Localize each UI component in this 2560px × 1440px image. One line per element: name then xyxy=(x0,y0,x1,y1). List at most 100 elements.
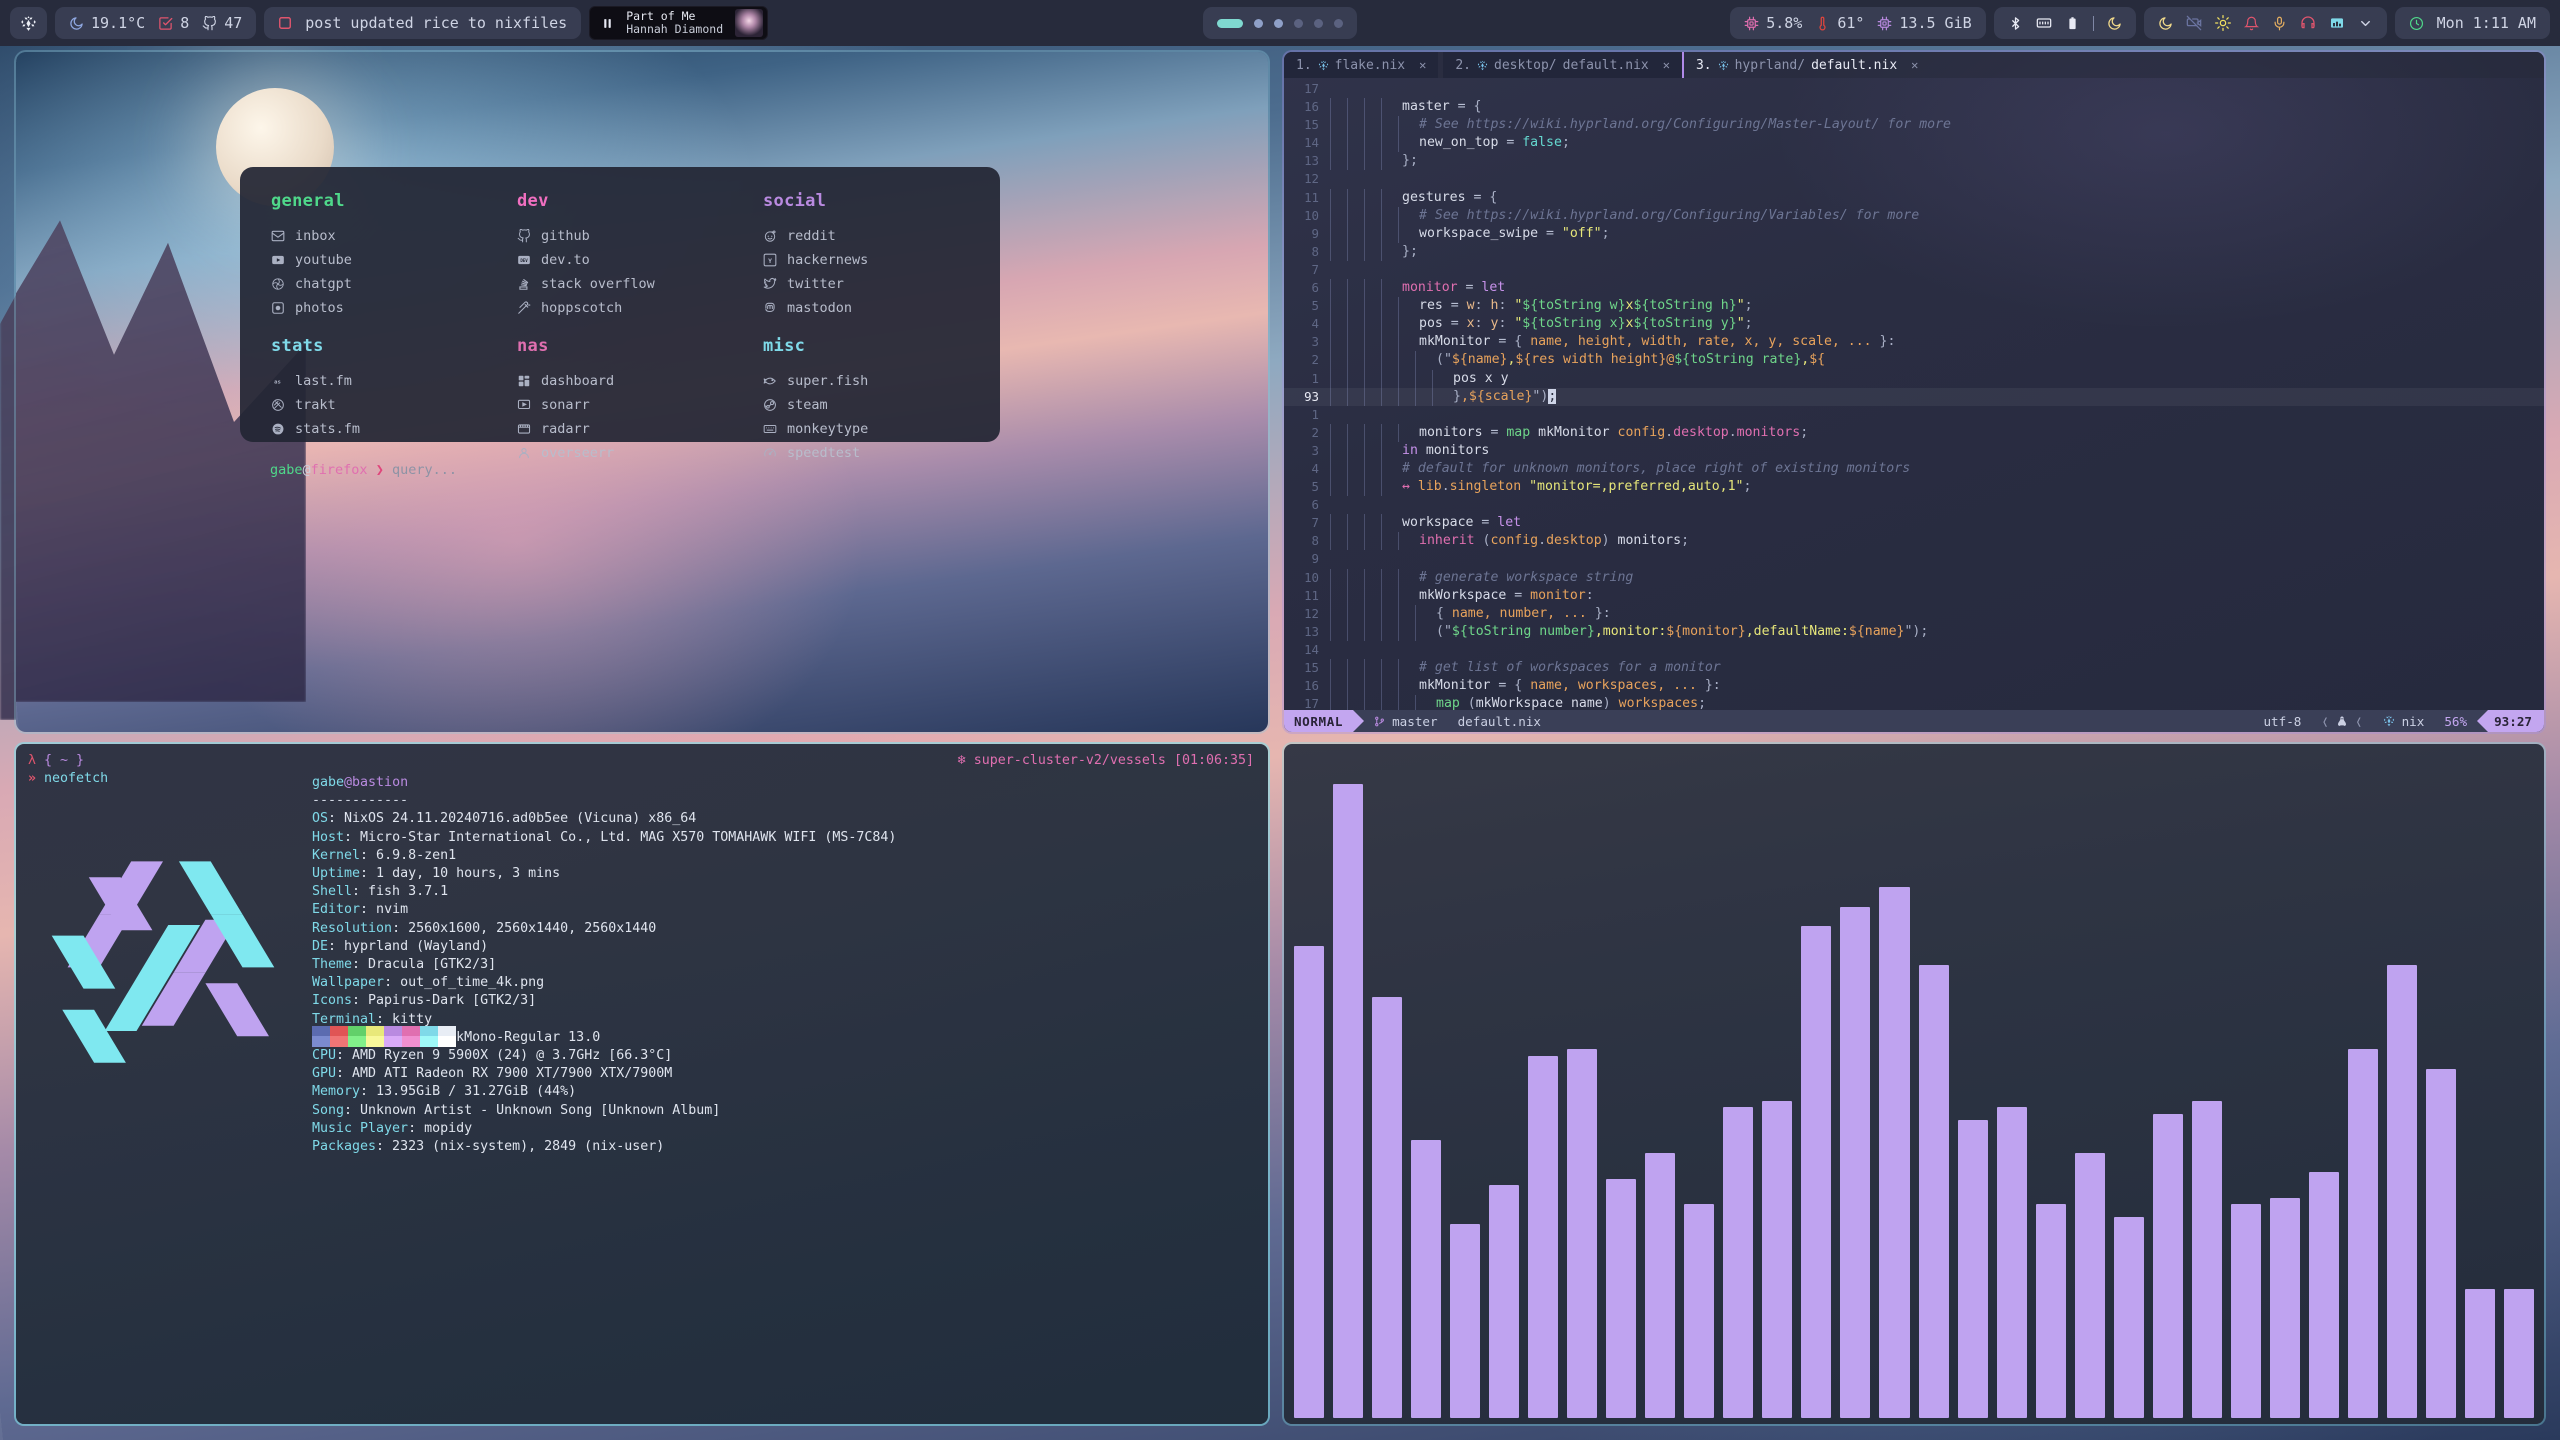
editor-tab-3[interactable]: 3.hyprland/default.nix✕ xyxy=(1684,52,1930,78)
chevron-down-icon[interactable] xyxy=(2358,16,2373,31)
bookmark-link-last-fm[interactable]: aslast.fm xyxy=(270,369,516,393)
visualizer-bar xyxy=(2192,1101,2222,1418)
speaker-icon[interactable] xyxy=(2329,15,2345,31)
weather-indicator[interactable]: 19.1°C xyxy=(69,14,145,32)
bookmark-link-photos[interactable]: photos xyxy=(270,296,516,320)
workspace-6[interactable] xyxy=(1334,19,1343,28)
bookmark-link-dev-to[interactable]: DEVdev.to xyxy=(516,248,762,272)
workspace-switcher[interactable] xyxy=(1203,7,1357,39)
bookmark-link-github[interactable]: github xyxy=(516,224,762,248)
weather-value: 19.1°C xyxy=(91,14,145,32)
bookmark-link-radarr[interactable]: radarr xyxy=(516,417,762,441)
bookmark-link-overseerr[interactable]: overseerr xyxy=(516,441,762,465)
bookmark-link-super-fish[interactable]: super.fish xyxy=(762,369,970,393)
palette-swatch xyxy=(366,1036,384,1047)
tab-number: 2. xyxy=(1455,58,1471,73)
code-text: ("${name},${res width height}@${toString… xyxy=(1432,351,1825,369)
trakt-icon xyxy=(270,398,285,413)
bookmark-link-dashboard[interactable]: dashboard xyxy=(516,369,762,393)
moon-icon[interactable] xyxy=(2107,16,2122,31)
line-number: 5 xyxy=(1284,478,1330,496)
firefox-window[interactable]: generalinboxyoutubechatgptphotosdevgithu… xyxy=(16,52,1268,732)
moon-icon xyxy=(69,16,84,31)
code-line: 8inherit (config.desktop) monitors; xyxy=(1284,532,2544,550)
nix-snowflake-icon: ❄ xyxy=(958,753,966,768)
microphone-icon[interactable] xyxy=(2272,16,2287,31)
search-prompt[interactable]: gabe@firefox ❯ query... xyxy=(270,462,457,478)
bell-icon[interactable] xyxy=(2244,16,2259,31)
youtube-icon xyxy=(270,253,285,268)
code-text: # See https://wiki.hyprland.org/Configur… xyxy=(1415,116,1951,134)
stackoverflow-icon xyxy=(516,277,531,292)
media-player-widget[interactable]: Part of Me Hannah Diamond xyxy=(589,6,768,40)
statusline-right: utf-8 ❬ ❬ nix 56% 93:27 xyxy=(2253,710,2544,732)
line-number: 6 xyxy=(1284,279,1330,297)
indent-guides xyxy=(1330,134,1415,152)
close-icon[interactable]: ✕ xyxy=(1419,58,1426,72)
tasks-indicator[interactable]: 8 xyxy=(158,14,189,32)
terminal-window[interactable]: ❄ super-cluster-v2/vessels [01:06:35] λ … xyxy=(16,744,1268,1424)
search-input[interactable]: query... xyxy=(392,462,457,478)
bookmark-link-hackernews[interactable]: Yhackernews xyxy=(762,248,970,272)
bluetooth-icon[interactable] xyxy=(2008,16,2023,31)
github-indicator[interactable]: 47 xyxy=(202,14,242,32)
tab-number: 1. xyxy=(1296,58,1312,73)
line-number: 8 xyxy=(1284,532,1330,550)
camera-off-icon[interactable] xyxy=(2186,15,2202,31)
prompt-lambda-icon: λ xyxy=(28,753,36,768)
indent-guides xyxy=(1330,532,1415,550)
git-branch-icon xyxy=(1374,715,1385,728)
moon-icon[interactable] xyxy=(2158,16,2173,31)
bookmark-link-twitter[interactable]: twitter xyxy=(762,272,970,296)
bookmark-link-reddit[interactable]: reddit xyxy=(762,224,970,248)
workspace-1[interactable] xyxy=(1217,19,1243,28)
bookmark-link-stats-fm[interactable]: stats.fm xyxy=(270,417,516,441)
bookmark-link-trakt[interactable]: trakt xyxy=(270,393,516,417)
todo-widget[interactable]: post updated rice to nixfiles xyxy=(264,7,581,39)
bookmark-link-monkeytype[interactable]: monkeytype xyxy=(762,417,970,441)
workspace-5[interactable] xyxy=(1314,19,1323,28)
git-branch-segment[interactable]: master xyxy=(1364,710,1448,732)
bookmarks-grid: generalinboxyoutubechatgptphotosdevgithu… xyxy=(270,191,970,471)
bookmark-link-steam[interactable]: steam xyxy=(762,393,970,417)
bookmark-link-youtube[interactable]: youtube xyxy=(270,248,516,272)
editor-tab-1[interactable]: 1.flake.nix✕ xyxy=(1284,52,1438,78)
sonarr-icon xyxy=(516,398,531,413)
bookmark-link-chatgpt[interactable]: chatgpt xyxy=(270,272,516,296)
bookmark-link-mastodon[interactable]: mastodon xyxy=(762,296,970,320)
clock-icon xyxy=(2409,16,2424,31)
close-icon[interactable]: ✕ xyxy=(1663,58,1670,72)
bookmark-link-stack-overflow[interactable]: stack overflow xyxy=(516,272,762,296)
editor-buffer[interactable]: 1716master = {15# See https://wiki.hyprl… xyxy=(1284,78,2544,710)
memory-indicator[interactable]: 13.5 GiB xyxy=(1877,14,1971,32)
clock-widget[interactable]: Mon 1:11 AM xyxy=(2395,7,2550,39)
code-line: 4pos = x: y: "${toString x}x${toString y… xyxy=(1284,315,2544,333)
brightness-icon[interactable] xyxy=(2215,15,2231,31)
tab-directory: hyprland/ xyxy=(1735,58,1805,73)
bookmark-link-inbox[interactable]: inbox xyxy=(270,224,516,248)
pause-icon[interactable] xyxy=(601,17,614,30)
temperature-indicator[interactable]: 61° xyxy=(1815,14,1864,32)
battery-icon[interactable] xyxy=(2065,16,2080,31)
nix-snowflake-icon xyxy=(20,15,37,32)
line-number: 9 xyxy=(1284,225,1330,243)
launcher-button[interactable] xyxy=(10,7,47,39)
workspace-4[interactable] xyxy=(1294,19,1303,28)
cpu-indicator[interactable]: 5.8% xyxy=(1744,14,1802,32)
line-number: 14 xyxy=(1284,134,1330,152)
headphones-icon[interactable] xyxy=(2300,15,2316,31)
bookmark-link-speedtest[interactable]: speedtest xyxy=(762,441,970,465)
visualizer-bar xyxy=(1528,1056,1558,1418)
bookmark-link-hoppscotch[interactable]: hoppscotch xyxy=(516,296,762,320)
line-number: 7 xyxy=(1284,514,1330,532)
audio-visualizer-window[interactable] xyxy=(1284,744,2544,1424)
neovim-window[interactable]: 1.flake.nix✕2.desktop/default.nix✕3.hypr… xyxy=(1284,52,2544,732)
workspace-3[interactable] xyxy=(1274,19,1283,28)
editor-tab-2[interactable]: 2.desktop/default.nix✕ xyxy=(1443,52,1682,78)
network-icon[interactable] xyxy=(2036,15,2052,31)
workspace-2[interactable] xyxy=(1254,19,1263,28)
close-icon[interactable]: ✕ xyxy=(1911,58,1918,72)
bookmark-link-sonarr[interactable]: sonarr xyxy=(516,393,762,417)
bookmark-label: trakt xyxy=(295,397,336,413)
code-line: 1pos x y xyxy=(1284,370,2544,388)
